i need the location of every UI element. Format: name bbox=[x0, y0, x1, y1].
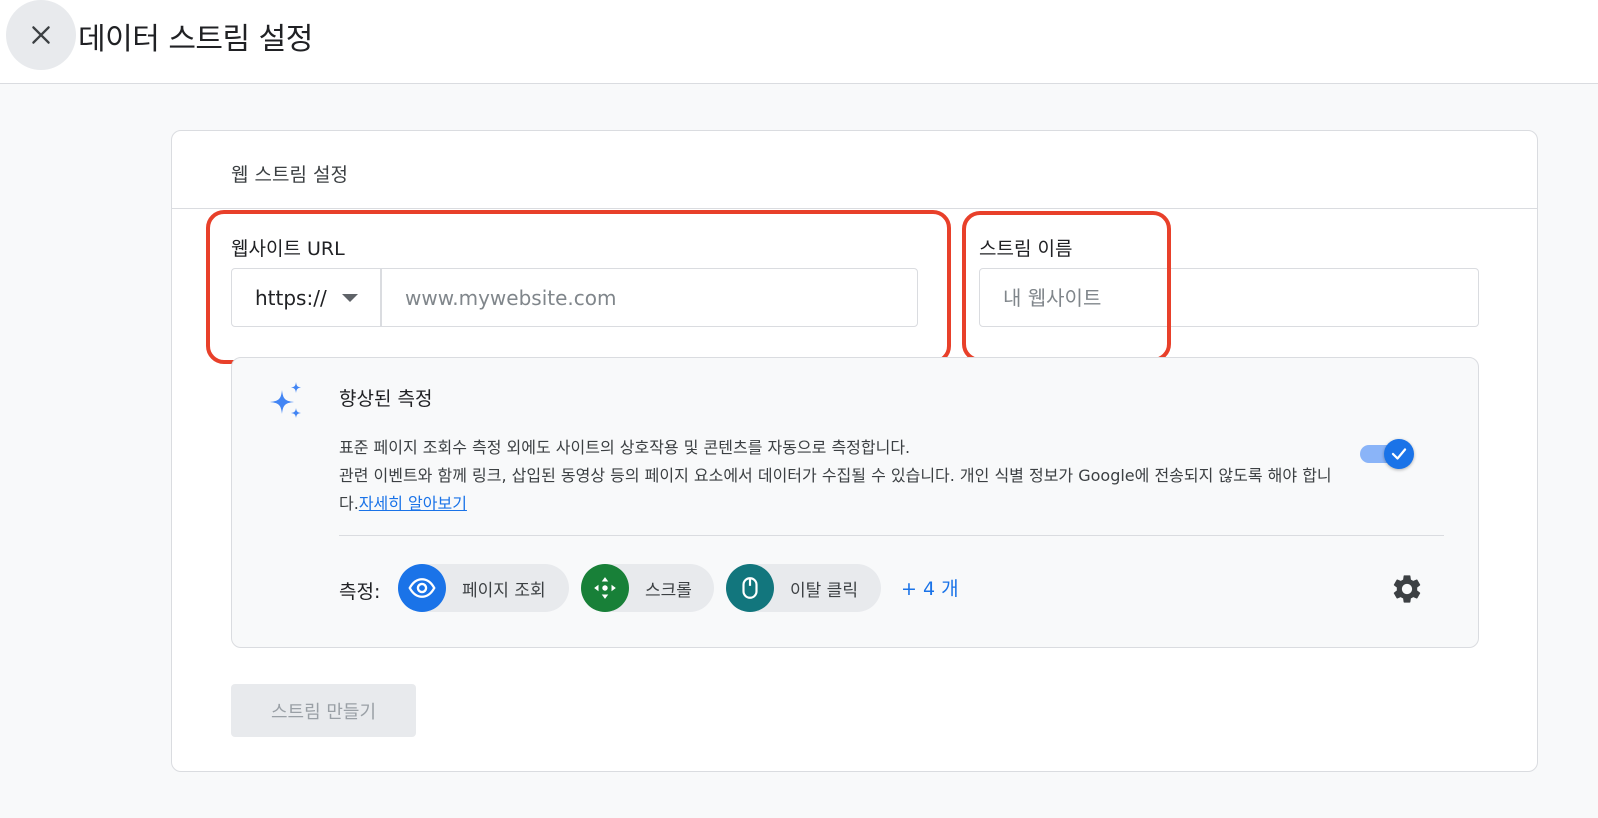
chip-scroll[interactable]: 스크롤 bbox=[581, 564, 714, 612]
chip-label: 페이지 조회 bbox=[462, 580, 546, 601]
card-header: 웹 스트림 설정 bbox=[172, 131, 1537, 209]
chip-page-view[interactable]: 페이지 조회 bbox=[398, 564, 569, 612]
description-line-1: 표준 페이지 조회수 측정 외에도 사이트의 상호작용 및 콘텐츠를 자동으로 … bbox=[339, 438, 911, 457]
chip-label: 이탈 클릭 bbox=[790, 580, 858, 601]
enhanced-measurement-panel: 향상된 측정 표준 페이지 조회수 측정 외에도 사이트의 상호작용 및 콘텐츠… bbox=[231, 357, 1479, 648]
create-stream-button[interactable]: 스트림 만들기 bbox=[231, 684, 416, 737]
eye-icon bbox=[398, 564, 446, 612]
chip-outbound-click[interactable]: 이탈 클릭 bbox=[726, 564, 881, 612]
enhanced-measurement-toggle[interactable] bbox=[1360, 438, 1414, 469]
website-url-input[interactable] bbox=[381, 268, 918, 327]
scroll-arrows-icon bbox=[581, 564, 629, 612]
card-title: 웹 스트림 설정 bbox=[231, 164, 348, 186]
more-measurements-link[interactable]: + 4 개 bbox=[901, 574, 959, 601]
measurement-label: 측정: bbox=[339, 581, 381, 603]
sparkle-icon bbox=[270, 382, 301, 418]
mouse-icon bbox=[726, 564, 774, 612]
stream-name-input[interactable] bbox=[979, 268, 1479, 327]
toggle-knob bbox=[1384, 439, 1414, 469]
website-url-label: 웹사이트 URL bbox=[231, 238, 345, 260]
web-stream-card: 웹 스트림 설정 웹사이트 URL https:// 스트림 이름 향상된 측정… bbox=[171, 130, 1538, 772]
stream-name-label: 스트림 이름 bbox=[979, 238, 1073, 260]
top-bar: 데이터 스트림 설정 bbox=[0, 0, 1598, 84]
protocol-select[interactable]: https:// bbox=[231, 268, 381, 327]
learn-more-link[interactable]: 자세히 알아보기 bbox=[359, 494, 467, 513]
close-button[interactable] bbox=[6, 0, 76, 70]
page-title: 데이터 스트림 설정 bbox=[78, 22, 313, 57]
close-icon bbox=[32, 26, 50, 44]
description-line-2: 관련 이벤트와 함께 링크, 삽입된 동영상 등의 페이지 요소에서 데이터가 … bbox=[339, 466, 1332, 513]
dropdown-arrow-icon bbox=[342, 294, 358, 302]
chip-label: 스크롤 bbox=[645, 580, 692, 601]
gear-icon[interactable] bbox=[1390, 572, 1424, 606]
check-icon bbox=[1391, 448, 1407, 460]
enhanced-measurement-description: 표준 페이지 조회수 측정 외에도 사이트의 상호작용 및 콘텐츠를 자동으로 … bbox=[339, 434, 1351, 518]
protocol-value: https:// bbox=[255, 285, 327, 310]
enhanced-measurement-title: 향상된 측정 bbox=[339, 388, 433, 410]
divider bbox=[339, 535, 1444, 536]
